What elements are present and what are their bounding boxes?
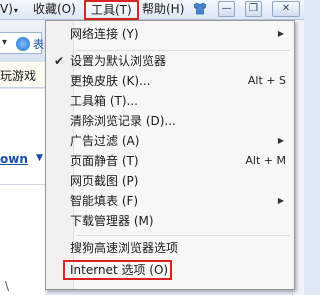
menu-item-label: 搜狗高速浏览器选项 [70, 241, 179, 255]
highlight-box [63, 260, 172, 280]
menu-item-label: 广告过滤 (A) [70, 134, 140, 148]
menu-item-label: 设置为默认浏览器 [70, 54, 167, 68]
menu-item-mute-page[interactable]: 页面静音 (T) Alt + M [48, 151, 292, 171]
menu-item-ad-filter[interactable]: 广告过滤 (A) ▶ [48, 131, 292, 151]
menu-item-toolbox[interactable]: 工具箱 (T)... [48, 91, 292, 111]
check-icon: ✔ [54, 54, 65, 68]
submenu-arrow-icon: ▶ [277, 29, 284, 38]
menu-item-label: 工具箱 (T)... [70, 94, 138, 108]
menu-item-label: 网络连接 (Y) [70, 27, 139, 41]
divider [0, 184, 45, 185]
favorites-item[interactable]: 玩游戏 [0, 67, 36, 84]
page-text-fragment: \ [5, 279, 10, 293]
chevron-down-icon: ▾ [13, 6, 18, 15]
menu-item-label: 网页截图 (P) [70, 174, 139, 188]
submenu-arrow-icon: ▶ [277, 196, 284, 205]
menu-help[interactable]: 帮助(H) [142, 1, 184, 18]
menu-view-label: V) [0, 2, 13, 16]
menu-favorites[interactable]: 收藏(O) [33, 1, 76, 18]
address-text: 表 [33, 38, 44, 51]
menu-item-autofill[interactable]: 智能填表 (F) ▶ [48, 191, 292, 211]
submenu-arrow-icon: ▶ [277, 136, 284, 145]
menu-item-label: 智能填表 (F) [70, 194, 139, 208]
menu-item-label: 下载管理器 (M) [70, 214, 154, 228]
menu-item-change-skin[interactable]: 更换皮肤 (K)... Alt + S [48, 71, 292, 91]
shirt-icon[interactable] [193, 2, 207, 16]
dropdown-arrow-icon[interactable]: ▾ [2, 37, 7, 48]
menu-item-clear-history[interactable]: 清除浏览记录 (D)... [48, 111, 292, 131]
menu-tools[interactable]: 工具(T) [84, 0, 139, 20]
favorites-bar: 玩游戏 [0, 62, 45, 88]
page-content: own ▼ \ [0, 89, 45, 295]
chevron-down-icon[interactable]: ▼ [36, 153, 43, 163]
restore-button[interactable]: ❐ [245, 1, 262, 17]
menu-separator [76, 235, 290, 236]
menu-item-network[interactable]: 网络连接 (Y) ▶ [48, 24, 292, 44]
menu-item-screenshot[interactable]: 网页截图 (P) [48, 171, 292, 191]
menu-item-default-browser[interactable]: ✔ 设置为默认浏览器 [48, 51, 292, 71]
toolbar-fragment: ▾ 表 [0, 20, 45, 62]
menu-bar: V)▾ 收藏(O) 工具(T) 帮助(H) — ❐ ✕ [0, 0, 304, 20]
close-button[interactable]: ✕ [272, 1, 300, 17]
browser-icon [16, 37, 30, 51]
menu-item-shortcut: Alt + S [247, 74, 286, 87]
menu-item-sogou-options[interactable]: 搜狗高速浏览器选项 [48, 238, 292, 258]
menu-item-download-manager[interactable]: 下载管理器 (M) [48, 211, 292, 231]
menu-item-label: 清除浏览记录 (D)... [70, 114, 176, 128]
address-bar[interactable]: ▾ 表 [0, 32, 44, 54]
page-link[interactable]: own [0, 152, 28, 166]
menu-view[interactable]: V)▾ [0, 1, 18, 18]
minimize-button[interactable]: — [218, 1, 235, 17]
menu-item-label: 更换皮肤 (K)... [70, 74, 151, 88]
tools-dropdown-menu: 网络连接 (Y) ▶ ✔ 设置为默认浏览器 更换皮肤 (K)... Alt + … [45, 20, 295, 290]
menu-item-label: 页面静音 (T) [70, 154, 139, 168]
menu-item-shortcut: Alt + M [245, 154, 286, 167]
